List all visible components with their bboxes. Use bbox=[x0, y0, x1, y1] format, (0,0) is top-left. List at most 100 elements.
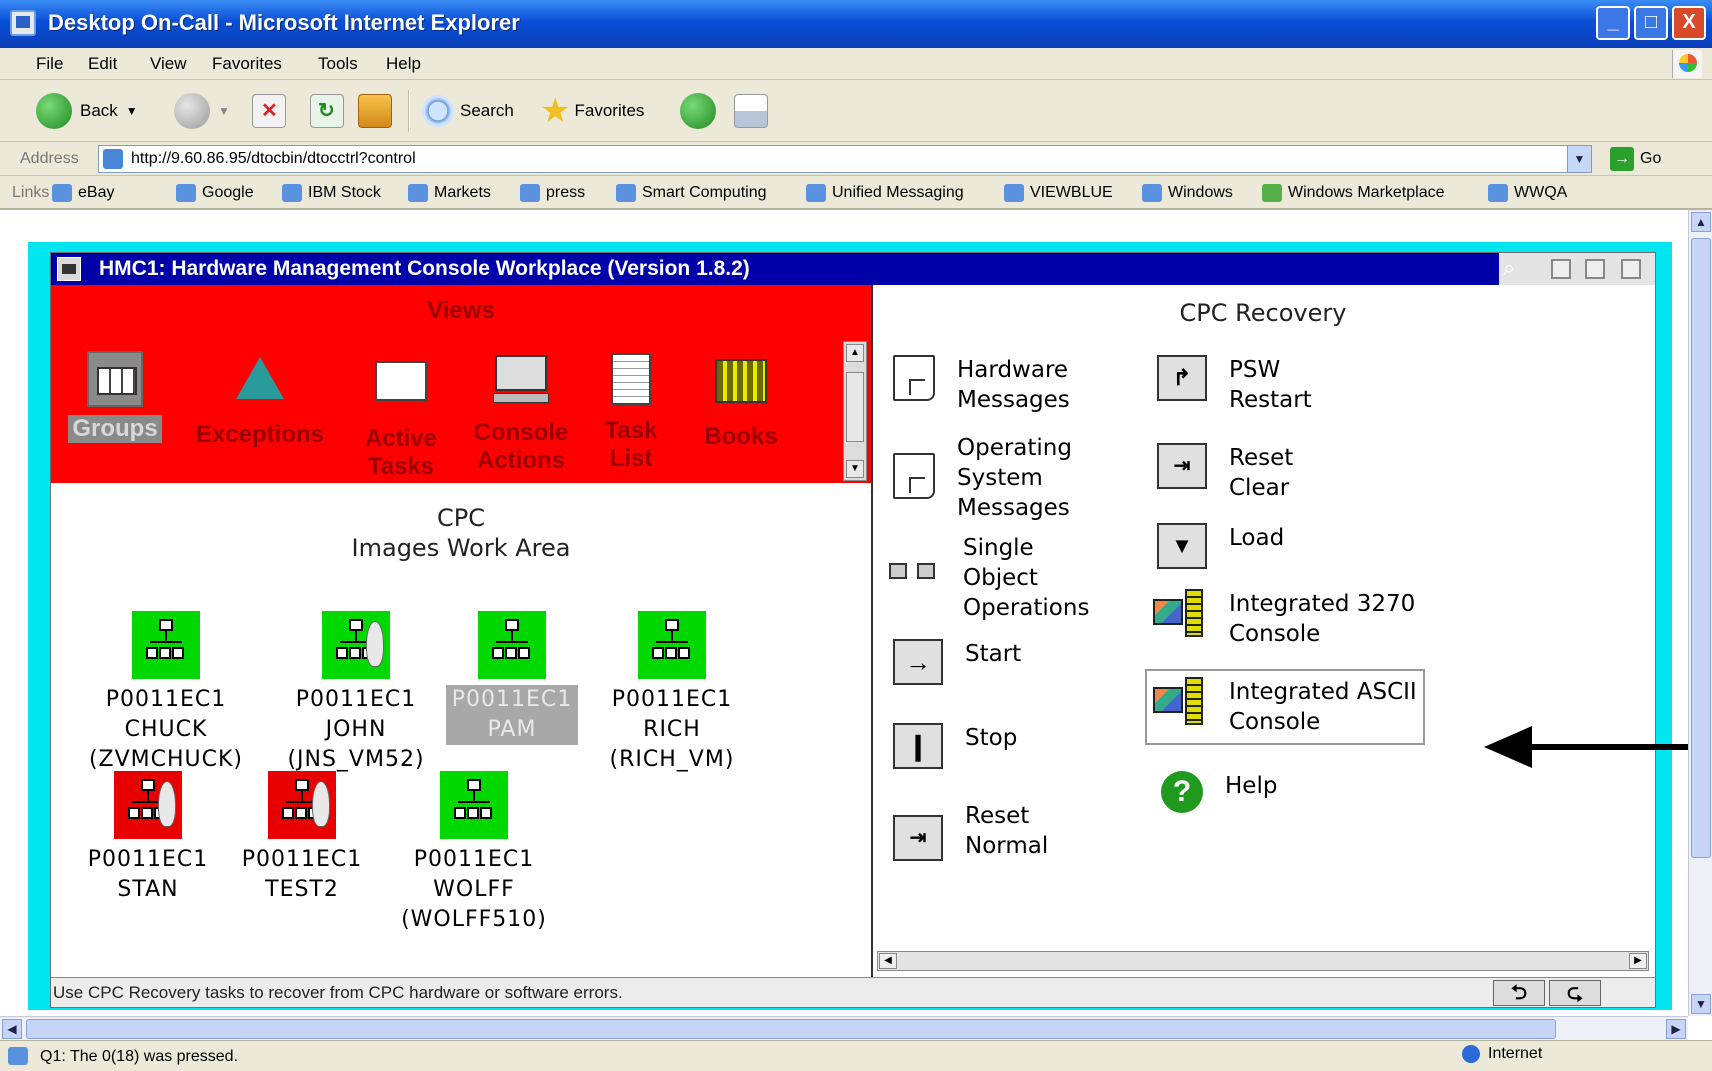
scroll-up-icon[interactable]: ▲ bbox=[1691, 212, 1711, 232]
zoom-icon[interactable]: ⌕ bbox=[1503, 255, 1523, 280]
view-active-tasks[interactable]: Active Tasks bbox=[341, 351, 461, 481]
task-reset-normal[interactable]: ⇥ Reset Normal bbox=[893, 801, 1048, 861]
scroll-right-icon[interactable]: ▶ bbox=[1666, 1019, 1686, 1039]
link-ebay[interactable]: eBay bbox=[52, 184, 114, 202]
hmc-maximize-button[interactable] bbox=[1621, 259, 1641, 279]
cpc-image-item[interactable]: P0011EC1 WOLFF (WOLFF510) bbox=[389, 771, 559, 935]
home-button[interactable] bbox=[358, 90, 392, 132]
link-page-icon bbox=[1142, 184, 1162, 202]
address-dropdown-button[interactable]: ▼ bbox=[1567, 146, 1591, 172]
link-google[interactable]: Google bbox=[176, 184, 254, 202]
task-psw-restart[interactable]: ↱ PSW Restart bbox=[1157, 355, 1312, 415]
cpc-image-item[interactable]: P0011EC1 CHUCK (ZVMCHUCK) bbox=[81, 611, 251, 775]
view-task-list[interactable]: Task List bbox=[581, 351, 681, 473]
search-button[interactable]: Search bbox=[422, 90, 514, 132]
back-nav-icon[interactable]: ⮌ bbox=[1493, 980, 1545, 1006]
favorites-button[interactable]: ★ Favorites bbox=[540, 90, 644, 132]
media-button[interactable] bbox=[680, 90, 716, 132]
link-press[interactable]: press bbox=[520, 184, 585, 202]
work-area-title-line2: Images Work Area bbox=[351, 534, 571, 562]
task-integrated-ascii-console[interactable]: Integrated ASCII Console bbox=[1145, 669, 1425, 745]
task-os-messages[interactable]: Operating System Messages bbox=[893, 433, 1072, 523]
scroll-thumb[interactable] bbox=[846, 372, 864, 442]
menu-help[interactable]: Help bbox=[386, 54, 421, 74]
annotation-arrow bbox=[1484, 726, 1712, 768]
cpc-image-item[interactable]: P0011EC1 TEST2 bbox=[217, 771, 387, 905]
menu-view[interactable]: View bbox=[150, 54, 187, 74]
refresh-icon: ↻ bbox=[310, 94, 344, 128]
task-load[interactable]: ▼ Load bbox=[1157, 523, 1284, 569]
maximize-button[interactable]: □ bbox=[1634, 6, 1668, 40]
link-wwqa[interactable]: WWQA bbox=[1488, 184, 1567, 202]
view-exceptions[interactable]: Exceptions bbox=[185, 351, 335, 449]
scroll-up-icon[interactable]: ▲ bbox=[846, 344, 864, 362]
recovery-hscrollbar[interactable]: ◀ ▶ bbox=[877, 951, 1649, 971]
scroll-left-icon[interactable]: ◀ bbox=[879, 953, 897, 969]
hmc-window: HMC1: Hardware Management Console Workpl… bbox=[50, 252, 1656, 1008]
status-message: Q1: The 0(18) was pressed. bbox=[40, 1048, 239, 1065]
back-button[interactable]: Back ▼ bbox=[36, 90, 138, 132]
link-page-icon bbox=[408, 184, 428, 202]
cpc-image-item[interactable]: P0011EC1 RICH (RICH_VM) bbox=[587, 611, 757, 775]
link-windows-marketplace[interactable]: Windows Marketplace bbox=[1262, 184, 1445, 202]
view-books[interactable]: Books bbox=[691, 351, 791, 451]
page-vscrollbar[interactable]: ▲ ▼ bbox=[1688, 210, 1712, 1016]
cpc-image-icon bbox=[114, 771, 182, 839]
scroll-down-icon[interactable]: ▼ bbox=[1691, 994, 1711, 1014]
link-markets[interactable]: Markets bbox=[408, 184, 491, 202]
go-button[interactable]: → Go bbox=[1610, 146, 1661, 172]
task-help[interactable]: ? Help bbox=[1161, 771, 1277, 813]
address-bar: Address http://9.60.86.95/dtocbin/dtocct… bbox=[0, 142, 1712, 176]
view-console-actions[interactable]: Console Actions bbox=[451, 351, 591, 475]
cpc-image-icon bbox=[440, 771, 508, 839]
cpc-image-label: P0011EC1 JOHN (JNS_VM52) bbox=[271, 685, 441, 775]
minimize-button[interactable]: _ bbox=[1596, 6, 1630, 40]
menu-favorites[interactable]: Favorites bbox=[212, 54, 282, 74]
page-status-icon bbox=[8, 1047, 28, 1065]
scroll-thumb[interactable] bbox=[1691, 238, 1711, 858]
link-unified-messaging[interactable]: Unified Messaging bbox=[806, 184, 964, 202]
scroll-thumb[interactable] bbox=[26, 1019, 1556, 1039]
scroll-right-icon[interactable]: ▶ bbox=[1629, 953, 1647, 969]
cpc-label-line: STAN bbox=[117, 877, 179, 902]
forward-button[interactable]: ▼ bbox=[174, 90, 230, 132]
task-stop[interactable]: ❙ Stop bbox=[893, 723, 1017, 769]
print-icon bbox=[734, 94, 768, 128]
menu-tools[interactable]: Tools bbox=[318, 54, 358, 74]
link-ibm-stock[interactable]: IBM Stock bbox=[282, 184, 381, 202]
views-scrollbar[interactable]: ▲ ▼ bbox=[843, 341, 867, 481]
stop-button[interactable]: ✕ bbox=[252, 90, 286, 132]
scroll-left-icon[interactable]: ◀ bbox=[2, 1019, 22, 1039]
window-title: Desktop On-Call - Microsoft Internet Exp… bbox=[48, 10, 520, 35]
scroll-down-icon[interactable]: ▼ bbox=[846, 460, 864, 478]
cpc-label-line: TEST2 bbox=[265, 877, 339, 902]
link-page-icon bbox=[806, 184, 826, 202]
groups-icon bbox=[87, 351, 143, 407]
view-groups[interactable]: Groups bbox=[55, 351, 175, 443]
cpc-image-item[interactable]: P0011EC1 JOHN (JNS_VM52) bbox=[271, 611, 441, 775]
cpc-image-item[interactable]: P0011EC1 PAM bbox=[427, 611, 597, 745]
link-page-icon bbox=[282, 184, 302, 202]
link-label: Windows Marketplace bbox=[1288, 184, 1445, 201]
task-reset-clear[interactable]: ⇥ Reset Clear bbox=[1157, 443, 1293, 503]
status-bar: Q1: The 0(18) was pressed. Internet bbox=[0, 1040, 1712, 1071]
refresh-button[interactable]: ↻ bbox=[310, 90, 344, 132]
menu-file[interactable]: File bbox=[36, 54, 63, 74]
hmc-minimize-button[interactable] bbox=[1551, 259, 1571, 279]
task-single-object-operations[interactable]: Single Object Operations bbox=[889, 533, 1089, 623]
print-button[interactable] bbox=[734, 90, 768, 132]
view-label: Console Actions bbox=[473, 419, 569, 474]
menu-edit[interactable]: Edit bbox=[88, 54, 117, 74]
task-integrated-3270-console[interactable]: Integrated 3270 Console bbox=[1153, 589, 1415, 649]
task-hardware-messages[interactable]: Hardware Messages bbox=[893, 355, 1070, 415]
link-viewblue[interactable]: VIEWBLUE bbox=[1004, 184, 1113, 202]
close-button[interactable]: X bbox=[1672, 6, 1706, 40]
link-windows[interactable]: Windows bbox=[1142, 184, 1233, 202]
address-input[interactable]: http://9.60.86.95/dtocbin/dtocctrl?contr… bbox=[98, 145, 1592, 173]
hmc-restore-button[interactable] bbox=[1585, 259, 1605, 279]
task-start[interactable]: → Start bbox=[893, 639, 1021, 685]
page-hscrollbar[interactable]: ◀ ▶ bbox=[0, 1016, 1688, 1040]
forward-nav-icon[interactable]: ⮎ bbox=[1549, 980, 1601, 1006]
cpc-image-item[interactable]: P0011EC1 STAN bbox=[63, 771, 233, 905]
link-smart-computing[interactable]: Smart Computing bbox=[616, 184, 767, 202]
